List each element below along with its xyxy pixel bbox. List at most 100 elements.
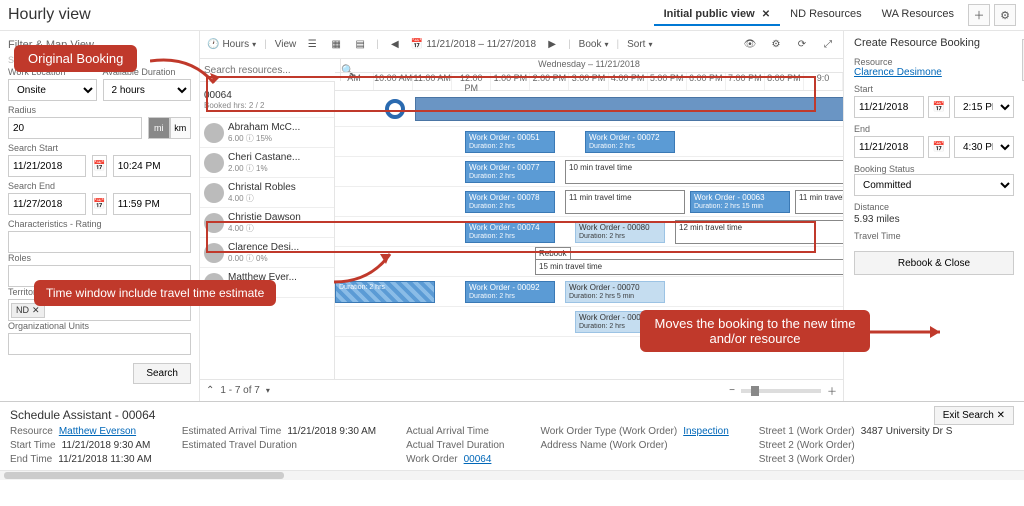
resource-link[interactable]: Clarence Desimone [854,67,942,78]
sa-workorder-link[interactable]: 00064 [464,454,492,465]
search-end-time[interactable] [113,193,191,215]
resource-row[interactable]: Clarence Desi...0.00 ⓘ 0% [200,238,334,268]
grid-row[interactable]: Rebook 15 min travel time [335,247,843,277]
calendar-icon[interactable]: 📅 [928,96,950,118]
work-location-select[interactable]: Onsite [8,79,97,101]
filter-section-title: Filter & Map View [8,39,191,51]
search-start-time[interactable] [113,155,191,177]
end-date-input[interactable] [854,136,924,158]
zoom-in-icon[interactable]: ＋ [827,383,837,398]
view-map-icon[interactable]: ▤ [349,34,371,56]
calendar-icon[interactable]: 📅 [92,193,106,215]
grid-row[interactable]: Work Order - 00077Duration: 2 hrs 10 min… [335,157,843,187]
search-button[interactable]: Search [133,363,191,384]
work-order[interactable]: Work Order - 00074Duration: 2 hrs [465,221,555,243]
sort-dropdown[interactable]: Sort ▾ [624,37,655,52]
gear-icon[interactable]: ⚙ [765,34,787,56]
work-order[interactable]: Work Order - 00080Duration: 2 hrs [575,221,665,243]
tab-nd-resources[interactable]: ND Resources [780,4,872,26]
zoom-out-icon[interactable]: − [729,385,735,396]
radius-input[interactable] [8,117,142,139]
org-units-input[interactable] [8,333,191,355]
collapse-icon[interactable]: ⌃ [206,385,214,396]
territory-tag[interactable]: ND✕ [11,303,45,318]
work-order[interactable]: Work Order - 00060Duration: 2 hrs [575,311,665,333]
grid-row[interactable]: Work Order - 00051Duration: 2 hrs Work O… [335,127,843,157]
grid-row[interactable]: Duration: 2 hrs Work Order - 00092Durati… [335,277,843,307]
characteristics-label: Characteristics - Rating [8,219,191,229]
eye-icon[interactable]: 👁 [739,34,761,56]
avatar [204,213,224,233]
grid-row-pinned[interactable] [335,91,843,127]
resource-row[interactable]: Cheri Castane...2.00 ⓘ 1% [200,148,334,178]
zoom-slider[interactable] [741,389,821,393]
start-date-input[interactable] [854,96,924,118]
date-range[interactable]: 📅 11/21/2018 – 11/27/2018 [408,37,539,52]
time-scale-dropdown[interactable]: 🕐 Hours ▾ [204,37,259,52]
org-units-label: Organizational Units [8,321,191,331]
territories-label: Territories [8,287,191,297]
resource-row[interactable]: Christal Robles4.00 ⓘ [200,178,334,208]
roles-input[interactable] [8,265,191,287]
plus-icon[interactable]: ＋ [968,4,990,26]
pager-chevron-icon[interactable]: ▾ [266,386,270,395]
travel-time-label: Travel Time [854,231,1014,241]
travel-window[interactable]: 11 min travel time [795,190,843,214]
remove-icon[interactable]: ✕ [32,305,40,315]
end-time-select[interactable]: 4:30 PM [954,136,1014,158]
work-order[interactable]: Work Order - 00078Duration: 2 hrs [465,191,555,213]
work-order[interactable]: Work Order - 00070Duration: 2 hrs 5 min [565,281,665,303]
sa-wotype-link[interactable]: Inspection [683,426,729,437]
view-grid-icon[interactable]: ▦ [325,34,347,56]
work-order[interactable]: Work Order - 00092Duration: 2 hrs [465,281,555,303]
travel-window[interactable]: 11 min travel time [565,190,685,214]
status-label: Booking Status [854,164,1014,174]
close-icon[interactable]: ✕ [762,9,770,20]
sa-resource-link[interactable]: Matthew Everson [59,426,136,437]
pinned-row[interactable]: 00064 Booked hrs: 2 / 2 [200,82,334,118]
travel-window[interactable]: 15 min travel time [535,259,843,275]
horizontal-scrollbar[interactable] [0,470,1024,480]
prev-day-icon[interactable]: ◀ [384,34,406,56]
expand-icon[interactable]: ⤢ [817,34,839,56]
resource-row[interactable]: Christie Dawson4.00 ⓘ [200,208,334,238]
book-dropdown[interactable]: Book ▾ [576,37,612,52]
work-order[interactable]: Duration: 2 hrs [335,281,435,303]
calendar-icon[interactable]: 📅 [928,136,950,158]
exit-search-button[interactable]: Exit Search ✕ [934,406,1014,425]
refresh-icon[interactable]: ⟳ [791,34,813,56]
grid-row[interactable]: Work Order - 00060Duration: 2 hrs [335,307,843,337]
next-day-icon[interactable]: ▶ [541,34,563,56]
work-order[interactable]: Work Order - 00051Duration: 2 hrs [465,131,555,153]
search-end-date[interactable] [8,193,86,215]
travel-window[interactable]: 12 min travel time [675,220,843,244]
work-order[interactable]: Work Order - 00077Duration: 2 hrs [465,161,555,183]
characteristics-input[interactable] [8,231,191,253]
tab-wa-resources[interactable]: WA Resources [872,4,964,26]
search-end-label: Search End [8,181,191,191]
grid-row[interactable]: Work Order - 00074Duration: 2 hrs Work O… [335,217,843,247]
original-booking-bar[interactable] [415,97,843,121]
roles-label: Roles [8,253,191,263]
status-select[interactable]: Committed [854,174,1014,196]
resource-row[interactable]: Matthew Ever...6.05 ⓘ 14% [200,268,334,298]
work-order[interactable]: Work Order - 00072Duration: 2 hrs [585,131,675,153]
search-start-date[interactable] [8,155,86,177]
territories-input[interactable]: ND✕ [8,299,191,321]
filter-subsection-title: Schedule Assistant Filter [8,55,191,65]
start-time-select[interactable]: 2:15 PM [954,96,1014,118]
gear-icon[interactable]: ⚙ [994,4,1016,26]
available-duration-select[interactable]: 2 hours [103,79,192,101]
radius-mi-button[interactable]: mi [148,117,170,139]
rebook-close-button[interactable]: Rebook & Close [854,251,1014,275]
travel-window[interactable]: 10 min travel time [565,160,843,184]
resource-search-input[interactable] [200,59,340,81]
radius-km-button[interactable]: km [170,117,192,139]
tab-initial-public-view[interactable]: Initial public view ✕ [654,4,781,26]
calendar-icon[interactable]: 📅 [92,155,106,177]
grid-row[interactable]: Work Order - 00078Duration: 2 hrs 11 min… [335,187,843,217]
avatar [204,273,224,293]
work-order[interactable]: Work Order - 00063Duration: 2 hrs 15 min [690,191,790,213]
resource-row[interactable]: Abraham McC...6.00 ⓘ 15% [200,118,334,148]
view-list-icon[interactable]: ☰ [301,34,323,56]
